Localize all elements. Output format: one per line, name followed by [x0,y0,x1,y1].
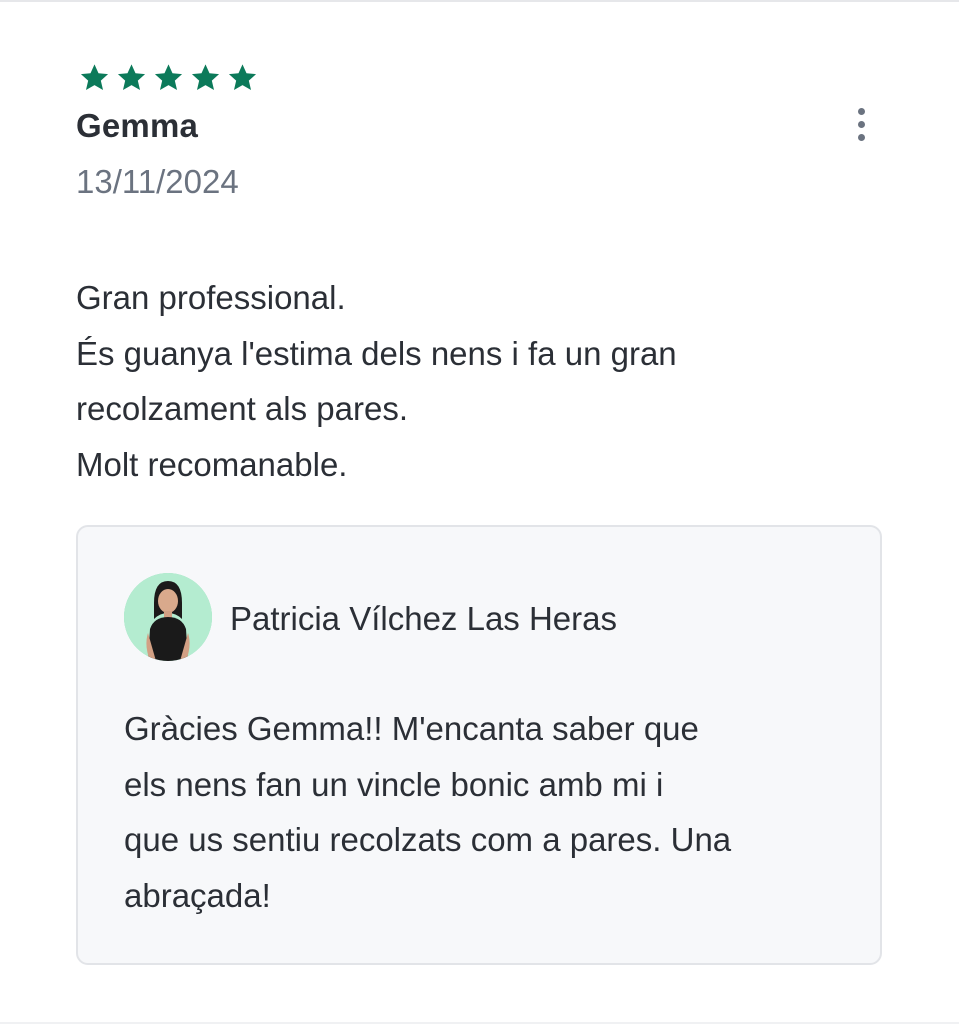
reply-body-line: abraçada! [124,876,271,914]
reply-body-line: els nens fan un vincle bonic amb mi i [124,765,664,803]
star-icon [189,62,222,93]
reply-author: Patricia Vílchez Las Heras [230,600,617,637]
review-body-line: Gran professional. [76,279,346,316]
review-body-line: recolzament als pares. [76,390,408,427]
reply-body-line: Gràcies Gemma!! M'encanta saber que [124,710,699,747]
menu-dot [857,107,865,115]
review-body-line: Molt recomanable. [76,445,348,483]
star-icon [78,62,111,93]
avatar-photo [124,573,212,661]
review-author: Gemma [76,107,199,144]
star-icon [152,62,185,93]
menu-dot [857,120,865,128]
review-body: Gran professional. És guanya l'estima de… [76,270,876,492]
star-rating [78,62,259,92]
more-vertical-icon[interactable] [843,104,879,144]
review-body-line: És guanya l'estima dels nens i fa un gra… [76,334,677,372]
owner-reply-box: Patricia Vílchez Las Heras Gràcies Gemma… [76,525,882,965]
star-icon [115,62,148,93]
reply-body-line: que us sentiu recolzats com a pares. Una [124,821,732,858]
avatar [124,573,212,661]
menu-dot [857,133,865,141]
review-card: Gemma 13/11/2024 Gran professional. És g… [0,0,959,1024]
review-date: 13/11/2024 [76,163,239,200]
star-icon [226,62,259,93]
reply-body: Gràcies Gemma!! M'encanta saber que els … [124,701,844,923]
